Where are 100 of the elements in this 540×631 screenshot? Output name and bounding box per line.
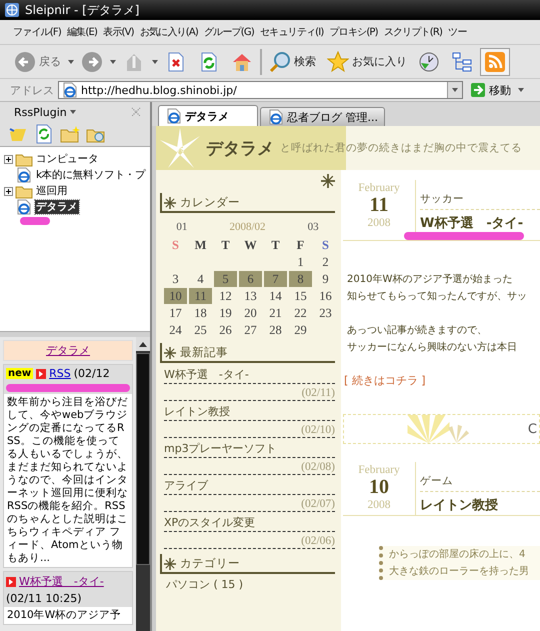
weekday-label: W [243,237,258,253]
feed-title-link[interactable]: デタラメ [3,340,133,361]
recent-post-date: (02/06) [164,532,335,549]
rss-button[interactable] [480,48,510,76]
category-link[interactable]: パソコン ( 15 ) [160,574,335,592]
calendar-day: 2 [314,254,337,270]
calendar-day: 26 [214,322,237,338]
post-day: 11 [370,194,388,217]
weekday-label: S [321,237,330,253]
recent-post-link[interactable]: XPのスタイル変更 [164,512,335,532]
page-icon [61,82,77,98]
app-globe-icon [4,2,20,18]
weekday-label: M [194,237,208,253]
tab[interactable]: デタラメ [158,105,258,126]
menu-item[interactable]: 編集(E) [64,25,100,39]
weekday-label: T [220,237,231,253]
calendar-day: 9 [314,271,337,287]
address-label: アドレス [10,82,54,98]
entry-link[interactable]: RSS [49,367,71,380]
search-icon [269,50,291,72]
expand-icon[interactable] [4,186,13,196]
entry-summary: 数年前から注目を浴びだして、今やwebブラウジングの定番になってるRSS。この機能を使ってる人もいるでしょうが、まだまだ知られてないようなので、今回はインターネット巡回用に便利なRSSの機能を紹介。RSSのちゃんとした説明はこちらウィキペディア フィード、Atomという物もあり... [6,395,129,566]
post-category: サッカー [420,192,540,210]
new-badge: new [6,368,34,379]
address-field[interactable]: http://hedhu.blog.shinobi.jp/ [58,81,463,99]
tree-item[interactable]: デタラメ [35,200,79,214]
post-paragraph: あっつい記事が続きますので、 サッカーになんら興味のない方は本日 [347,324,518,355]
post-month: February [358,464,400,476]
calendar-day: 3 [164,271,187,287]
calendar-month: 2008/02 [228,221,267,233]
panel-menu-button[interactable]: RssPlugin [14,106,76,118]
tree-item[interactable]: 巡回用 [35,184,68,198]
blog-tagline: と呼ばれた君の夢の続きはまだ胸の中で震えてる [280,141,522,155]
refresh-icon[interactable] [34,124,54,144]
caret-icon[interactable] [518,88,524,92]
post-paragraph: 2010年W杯のアジア予選が始まった 知らせてもらって知ったんですが、サッ [347,272,528,304]
menu-item[interactable]: グループ(G) [201,25,257,39]
expand-icon[interactable] [4,154,13,164]
prev-month-link[interactable]: 01 [160,221,204,233]
calendar-day: 1 [289,254,312,270]
post-title[interactable]: W杯予選 -タイ- [420,210,540,232]
post-month: February [358,182,400,194]
dropdown-button[interactable] [447,82,462,98]
menu-item[interactable]: 表示(V) [100,25,137,39]
caret-icon[interactable] [152,60,158,64]
next-month-link[interactable]: 03 [291,221,335,233]
post-title[interactable]: レイトン教授 [420,492,540,514]
caret-icon[interactable] [68,60,74,64]
starburst-icon [160,128,200,168]
calendar-day: 28 [264,322,287,338]
menu-item[interactable]: ツー [445,25,470,39]
menu-item[interactable]: ファイル(F) [10,25,64,39]
calendar-day: 16 [314,288,337,304]
entry-date: (02/11 10:25) [6,592,82,605]
calendar-day: 12 [214,288,237,304]
calendar-day: 22 [289,305,312,321]
post-year: 2008 [368,217,390,229]
post-footer-text: C [528,422,537,436]
calendar-day: 21 [264,305,287,321]
tab[interactable]: 忍者ブログ 管理... [260,107,385,126]
blog-title: デタラメ [206,138,274,160]
entry-link[interactable]: W杯予選 -タイ- [19,574,104,589]
tree-item[interactable]: k本的に無料ソフト・プ [35,168,146,182]
menu-item[interactable]: セキュリティ(I) [256,25,327,39]
window-title: Sleipnir - [デタラメ] [25,2,140,18]
splitter-handle[interactable] [0,331,150,337]
scroll-up-icon[interactable] [139,342,147,346]
menu-item[interactable]: お気に入り(A) [136,25,201,39]
clock-icon [418,50,440,72]
menu-item[interactable]: スクリプト(R) [380,25,446,39]
calendar-day: 19 [214,305,237,321]
scrollbar[interactable] [136,337,150,631]
tree-item[interactable]: コンピュータ [35,152,100,166]
post-category: ゲーム [420,474,540,492]
star-icon [327,50,349,72]
favorites-button[interactable]: お気に入り [323,48,411,76]
weekday-label: S [171,237,180,253]
caret-icon[interactable] [110,60,116,64]
recent-post-link[interactable]: レイトン教授 [164,401,335,421]
go-button[interactable]: 移動 [467,82,514,98]
calendar-day: 4 [189,271,212,287]
menu-item[interactable]: プロキシ(P) [326,25,381,39]
feed-item-icon [36,368,46,378]
back-button[interactable]: 戻る [10,48,65,76]
recent-post-link[interactable]: W杯予選 -タイ- [164,364,335,384]
entry-summary: 2010年W杯のアジア予 [6,608,122,623]
recent-post-link[interactable]: アライブ [164,475,335,495]
flower-ornament-icon [164,558,176,570]
flower-ornament-icon [164,346,176,358]
weekday-label: F [296,237,306,253]
section-heading: カテゴリー [160,554,335,574]
post-quote: からっぽの部屋の床の上に、4 大きな鉄のローラーを持った男 [379,546,540,580]
search-button[interactable]: 検索 [265,48,320,76]
read-more-link[interactable]: [ 続きはコチラ ] [343,373,540,388]
weekday-label: T [270,237,281,253]
calendar-day: 29 [289,322,312,338]
flower-ornament-icon [164,196,176,208]
calendar-day: 14 [264,288,287,304]
calendar-day: 13 [239,288,262,304]
recent-post-link[interactable]: mp3プレーヤーソフト [164,438,335,458]
